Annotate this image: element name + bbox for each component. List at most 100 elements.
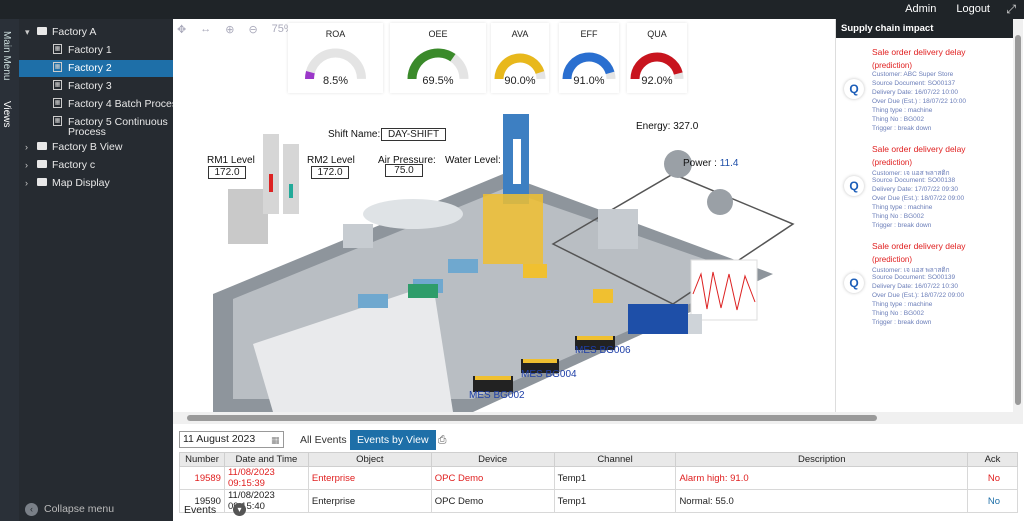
tree-item-factory-b[interactable]: › Factory B View: [25, 139, 122, 156]
tank-trailer: [363, 199, 463, 229]
column-channel[interactable]: Channel: [553, 452, 677, 467]
logout-link[interactable]: Logout: [956, 3, 990, 15]
rm2-level-value: 172.0: [311, 166, 349, 179]
move-icon[interactable]: ✥: [177, 23, 186, 36]
gauge-value: 91.0%: [573, 75, 605, 87]
cement-plant: [228, 189, 268, 244]
forklift: [593, 289, 613, 303]
company-logo-icon: Q: [844, 79, 864, 99]
factory-canvas: ✥ ↔ ⊕ ⊖ 75% ROA 8.5% OEE 69.5% AVA 90.0%…: [173, 19, 835, 412]
supply-card[interactable]: Q Sale order delivery delay (prediction)…: [836, 138, 1012, 230]
page-icon: ▦: [53, 116, 62, 127]
supply-chain-title: Supply chain impact: [836, 19, 1013, 38]
page-icon: ▦: [53, 62, 62, 73]
folder-icon: [37, 178, 47, 187]
event-date-field[interactable]: 11 August 2023: [179, 431, 284, 448]
expand-icon[interactable]: ⤢: [1006, 2, 1016, 17]
rm1-level-label: RM1 Level: [207, 155, 255, 166]
chevron-right-icon[interactable]: ›: [25, 157, 37, 174]
tree-item-factory-2[interactable]: ▦ Factory 2: [19, 60, 173, 77]
card-subtitle: (prediction): [872, 61, 913, 70]
cnc-machine-green: [408, 284, 438, 298]
gauge-value: 8.5%: [322, 75, 349, 87]
gauge-label: OEE: [428, 29, 448, 39]
column-device[interactable]: Device: [430, 452, 555, 467]
vertical-scrollbar[interactable]: [1013, 19, 1023, 412]
gauge-value: 92.0%: [641, 75, 673, 87]
sidebar: ▾ Factory A ▦ Factory 1 ▦ Factory 2 ▦ Factor…: [19, 19, 182, 521]
chevron-right-icon[interactable]: ›: [25, 139, 37, 156]
gauge-label: QUA: [647, 29, 667, 39]
admin-link[interactable]: Admin: [905, 3, 936, 15]
column-datetime[interactable]: Date and Time: [223, 452, 309, 467]
print-icon[interactable]: ⎙: [431, 430, 453, 450]
gauge-qua: QUA 92.0%: [627, 23, 687, 93]
column-description[interactable]: Description: [675, 452, 968, 467]
gauge-value: 90.0%: [504, 75, 536, 87]
column-number[interactable]: Number: [179, 452, 225, 467]
cnc-machine: [448, 259, 478, 273]
company-logo-icon: Q: [844, 273, 864, 293]
tree-item-factory-5[interactable]: ▦ Factory 5 Continuous Process: [53, 114, 168, 142]
top-bar: Admin Logout ⤢: [0, 0, 1024, 19]
mes-label-bg002[interactable]: MES BG002: [469, 390, 525, 401]
rm2-level-label: RM2 Level: [307, 155, 355, 166]
tree-item-map-display[interactable]: › Map Display: [25, 175, 110, 192]
canvas-toolbar: ✥ ↔ ⊕ ⊖ 75%: [177, 23, 294, 36]
table-row[interactable]: 19589 11/08/2023 09:15:39 Enterprise OPC…: [179, 466, 1018, 490]
card-title: Sale order delivery delay: [872, 241, 966, 251]
rm1-level-value: 172.0: [208, 166, 246, 179]
page-icon: ▦: [53, 80, 62, 91]
events-footer: Events ▾: [173, 501, 1023, 521]
chevron-right-icon[interactable]: ›: [25, 175, 37, 192]
tree-item-factory-c[interactable]: › Factory c: [25, 157, 95, 174]
tab-main-menu[interactable]: Main Menu: [1, 31, 12, 80]
energy-label: Energy: 327.0: [636, 121, 699, 132]
power-meter-icon: [707, 189, 733, 215]
calendar-icon[interactable]: ▦: [271, 435, 280, 446]
collapse-menu-button[interactable]: ‹ Collapse menu: [25, 503, 114, 516]
mes-label-bg006[interactable]: MES BG006: [575, 345, 631, 356]
tree-item-factory-1[interactable]: ▦ Factory 1: [53, 42, 112, 59]
folder-icon: [37, 27, 47, 36]
table-header-row: Number Date and Time Object Device Chann…: [179, 452, 1018, 467]
gauge-label: EFF: [580, 29, 598, 39]
column-object[interactable]: Object: [307, 452, 432, 467]
zoom-in-icon[interactable]: ⊕: [225, 23, 234, 36]
card-title: Sale order delivery delay: [872, 47, 966, 57]
gauge-label: ROA: [325, 29, 346, 39]
tree-item-factory-3[interactable]: ▦ Factory 3: [53, 78, 112, 95]
gauge-value: 69.5%: [422, 75, 454, 87]
tab-views[interactable]: Views: [1, 101, 12, 128]
tree-item-factory-a[interactable]: ▾ Factory A: [25, 24, 96, 41]
company-logo-icon: Q: [844, 176, 864, 196]
card-subtitle: (prediction): [872, 255, 913, 264]
chevron-down-icon[interactable]: ▾: [25, 24, 37, 41]
energy-value: 327.0: [673, 121, 699, 132]
silo-rm2: [283, 144, 299, 214]
vertical-tabs: Main Menu Views: [0, 19, 19, 521]
tab-events-by-view[interactable]: Events by View: [350, 430, 436, 450]
chevron-down-icon[interactable]: ▾: [233, 503, 246, 516]
cnc-machine: [358, 294, 388, 308]
column-ack[interactable]: Ack: [967, 452, 1018, 467]
chevron-left-icon: ‹: [25, 503, 38, 516]
page-icon: ▦: [53, 98, 62, 109]
gauge-roa: ROA 8.5%: [288, 23, 383, 93]
tree-item-factory-4[interactable]: ▦ Factory 4 Batch Process: [53, 96, 182, 113]
shift-name-label: Shift Name:: [328, 129, 381, 140]
ack-link[interactable]: No: [967, 466, 1018, 490]
page-icon: ▦: [53, 44, 62, 55]
supply-card[interactable]: Q Sale order delivery delay (prediction)…: [836, 235, 1012, 327]
folder-icon: [37, 142, 47, 151]
gauge-eff: EFF 91.0%: [559, 23, 619, 93]
supply-card[interactable]: Q Sale order delivery delay (prediction)…: [836, 41, 1012, 133]
zoom-out-icon[interactable]: ⊖: [248, 23, 257, 36]
tab-all-events[interactable]: All Events: [293, 430, 354, 450]
water-level-label: Water Level:: [445, 155, 501, 166]
fit-width-icon[interactable]: ↔: [200, 23, 211, 36]
air-pressure-value: 75.0: [385, 164, 423, 177]
gauge-oee: OEE 69.5%: [390, 23, 486, 93]
mes-label-bg004[interactable]: MES BG004: [521, 369, 577, 380]
horizontal-scrollbar[interactable]: [173, 412, 1023, 424]
